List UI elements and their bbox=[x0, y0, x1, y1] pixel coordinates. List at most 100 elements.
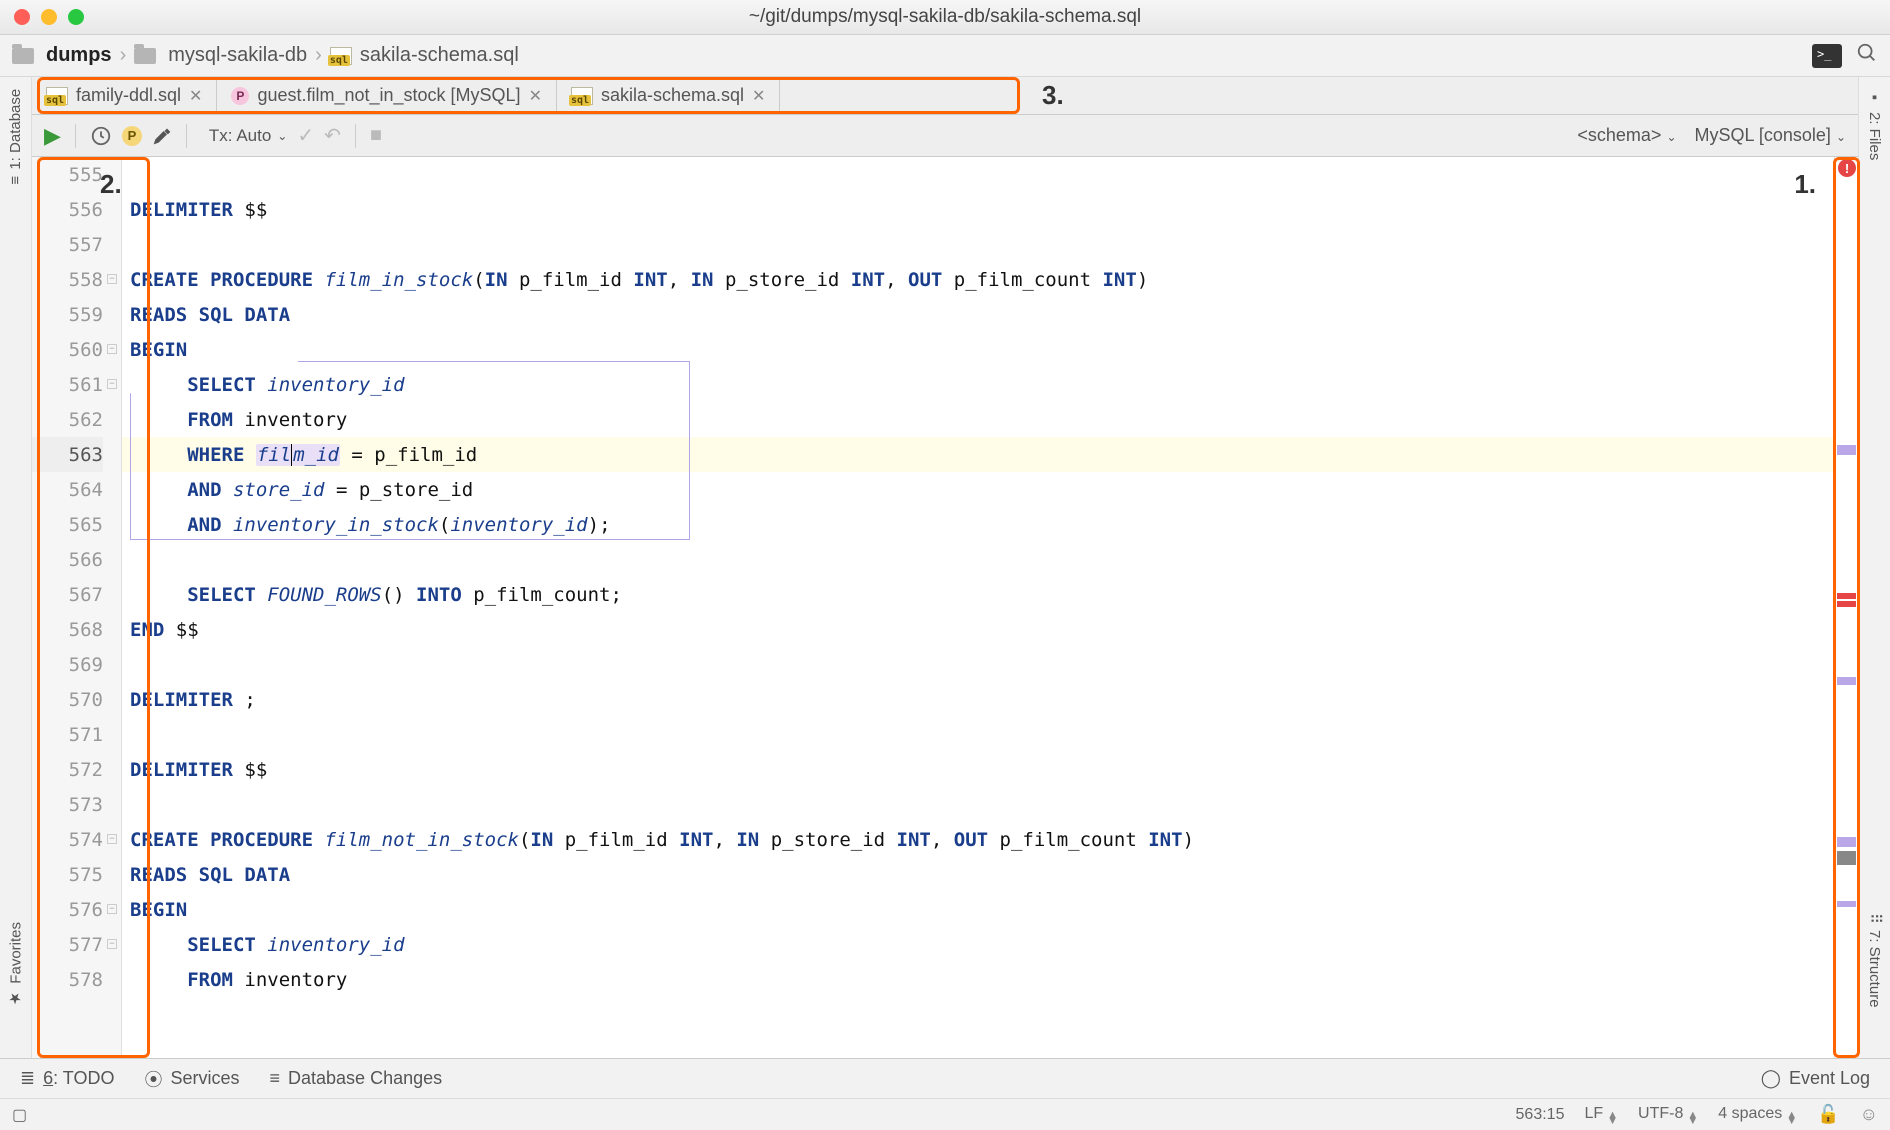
code-line[interactable] bbox=[122, 227, 1834, 262]
gutter-line-number[interactable]: 557 bbox=[32, 227, 103, 262]
breadcrumb-item[interactable]: mysql-sakila-db bbox=[168, 44, 307, 67]
stripe-mark[interactable] bbox=[1837, 851, 1856, 865]
close-icon[interactable]: ✕ bbox=[189, 86, 202, 106]
run-button[interactable]: ▶ bbox=[44, 123, 61, 149]
gutter-line-number[interactable]: 566 bbox=[32, 542, 103, 577]
code-line[interactable]: CREATE PROCEDURE film_not_in_stock(IN p_… bbox=[122, 822, 1834, 857]
dialect-selector[interactable]: MySQL [console] ⌄ bbox=[1695, 125, 1846, 146]
code-line[interactable] bbox=[122, 542, 1834, 577]
stripe-mark[interactable] bbox=[1837, 677, 1856, 685]
code-line[interactable] bbox=[122, 647, 1834, 682]
fold-toggle-icon[interactable]: − bbox=[107, 834, 117, 844]
fold-toggle-icon[interactable]: − bbox=[107, 344, 117, 354]
gutter-line-number[interactable]: 573 bbox=[32, 787, 103, 822]
gutter[interactable]: 5555565575585595605615625635645655665675… bbox=[32, 157, 122, 1058]
gutter-line-number[interactable]: 563 bbox=[32, 437, 103, 472]
procedure-badge-icon[interactable]: P bbox=[122, 126, 142, 146]
terminal-icon[interactable] bbox=[1812, 44, 1842, 68]
code-line[interactable]: SELECT FOUND_ROWS() INTO p_film_count; bbox=[122, 577, 1834, 612]
code-line[interactable]: SELECT inventory_id bbox=[122, 927, 1834, 962]
gutter-line-number[interactable]: 565 bbox=[32, 507, 103, 542]
gutter-line-number[interactable]: 561 bbox=[32, 367, 103, 402]
stripe-mark[interactable] bbox=[1837, 445, 1856, 455]
minimize-window-icon[interactable] bbox=[41, 9, 57, 25]
gutter-line-number[interactable]: 556 bbox=[32, 192, 103, 227]
code-line[interactable] bbox=[122, 717, 1834, 752]
gutter-line-number[interactable]: 571 bbox=[32, 717, 103, 752]
search-icon[interactable] bbox=[1856, 42, 1878, 69]
code-line[interactable]: AND store_id = p_store_id bbox=[122, 472, 1834, 507]
code-line[interactable]: FROM inventory bbox=[122, 962, 1834, 997]
tool-window-event-log[interactable]: ◯ Event Log bbox=[1761, 1068, 1870, 1089]
gutter-line-number[interactable]: 575 bbox=[32, 857, 103, 892]
stripe-mark[interactable] bbox=[1837, 593, 1856, 599]
gutter-line-number[interactable]: 569 bbox=[32, 647, 103, 682]
gutter-line-number[interactable]: 558 bbox=[32, 262, 103, 297]
tx-mode-selector[interactable]: Tx: Auto ⌄ bbox=[209, 126, 287, 146]
schema-selector[interactable]: <schema> ⌄ bbox=[1577, 125, 1676, 146]
code-line[interactable]: DELIMITER $$ bbox=[122, 192, 1834, 227]
gutter-line-number[interactable]: 574 bbox=[32, 822, 103, 857]
code-line[interactable]: AND inventory_in_stock(inventory_id); bbox=[122, 507, 1834, 542]
editor-tab[interactable]: P guest.film_not_in_stock [MySQL] ✕ bbox=[217, 77, 557, 114]
gutter-line-number[interactable]: 562 bbox=[32, 402, 103, 437]
close-icon[interactable]: ✕ bbox=[752, 86, 765, 106]
editor-tab[interactable]: sakila-schema.sql ✕ bbox=[557, 77, 780, 114]
history-icon[interactable] bbox=[90, 125, 112, 147]
code-line[interactable]: READS SQL DATA bbox=[122, 297, 1834, 332]
fold-toggle-icon[interactable]: − bbox=[107, 939, 117, 949]
code-line[interactable]: DELIMITER ; bbox=[122, 682, 1834, 717]
editor-tab[interactable]: family-ddl.sql ✕ bbox=[32, 77, 217, 114]
stripe-mark[interactable] bbox=[1837, 601, 1856, 607]
code-line[interactable]: WHERE film_id = p_film_id bbox=[122, 437, 1834, 472]
rollback-icon[interactable]: ↶ bbox=[324, 123, 341, 148]
error-indicator-icon[interactable]: ! bbox=[1838, 159, 1856, 177]
close-window-icon[interactable] bbox=[14, 9, 30, 25]
fold-toggle-icon[interactable]: − bbox=[107, 904, 117, 914]
gutter-line-number[interactable]: 572 bbox=[32, 752, 103, 787]
inspector-icon[interactable]: ☺ bbox=[1860, 1104, 1878, 1125]
indent-selector[interactable]: 4 spaces▲▼ bbox=[1718, 1105, 1797, 1124]
code-line[interactable]: READS SQL DATA bbox=[122, 857, 1834, 892]
code-line[interactable] bbox=[122, 157, 1834, 192]
close-icon[interactable]: ✕ bbox=[529, 86, 542, 106]
gutter-line-number[interactable]: 568 bbox=[32, 612, 103, 647]
tool-window-todo[interactable]: ≣ 6: TODO bbox=[20, 1068, 114, 1089]
tool-window-favorites[interactable]: ★ Favorites bbox=[7, 922, 25, 1008]
line-ending-selector[interactable]: LF▲▼ bbox=[1584, 1105, 1618, 1124]
breadcrumb-item[interactable]: sakila-schema.sql bbox=[360, 44, 519, 67]
breadcrumb[interactable]: dumps › mysql-sakila-db › sakila-schema.… bbox=[12, 44, 519, 67]
stripe-mark[interactable] bbox=[1837, 837, 1856, 847]
gutter-line-number[interactable]: 567 bbox=[32, 577, 103, 612]
lock-icon[interactable]: 🔓 bbox=[1817, 1104, 1839, 1125]
tool-window-files[interactable]: ▪ 2: Files bbox=[1866, 89, 1883, 160]
code-line[interactable]: END $$ bbox=[122, 612, 1834, 647]
editor[interactable]: 5555565575585595605615625635645655665675… bbox=[32, 157, 1858, 1058]
code-line[interactable]: BEGIN bbox=[122, 892, 1834, 927]
gutter-line-number[interactable]: 555 bbox=[32, 157, 103, 192]
code-area[interactable]: DELIMITER $$ CREATE PROCEDURE film_in_st… bbox=[122, 157, 1834, 1058]
code-line[interactable] bbox=[122, 787, 1834, 822]
gutter-line-number[interactable]: 576 bbox=[32, 892, 103, 927]
error-stripe[interactable]: ! bbox=[1834, 157, 1858, 1058]
tool-window-db-changes[interactable]: ≡ Database Changes bbox=[270, 1068, 443, 1089]
code-line[interactable]: DELIMITER $$ bbox=[122, 752, 1834, 787]
tool-windows-icon[interactable]: ▢ bbox=[12, 1105, 27, 1125]
code-line[interactable]: CREATE PROCEDURE film_in_stock(IN p_film… bbox=[122, 262, 1834, 297]
tool-window-structure[interactable]: ⠿ 7: Structure bbox=[1866, 913, 1884, 1008]
settings-icon[interactable] bbox=[152, 126, 172, 146]
code-line[interactable]: FROM inventory bbox=[122, 402, 1834, 437]
tool-window-services[interactable]: ⦿ Services bbox=[144, 1066, 239, 1092]
gutter-line-number[interactable]: 560 bbox=[32, 332, 103, 367]
gutter-line-number[interactable]: 578 bbox=[32, 962, 103, 997]
caret-position[interactable]: 563:15 bbox=[1516, 1106, 1565, 1124]
zoom-window-icon[interactable] bbox=[68, 9, 84, 25]
tool-window-database[interactable]: ≡ 1: Database bbox=[7, 89, 24, 185]
code-line[interactable]: BEGIN bbox=[122, 332, 1834, 367]
breadcrumb-item[interactable]: dumps bbox=[46, 44, 112, 67]
encoding-selector[interactable]: UTF-8▲▼ bbox=[1638, 1105, 1698, 1124]
code-line[interactable]: SELECT inventory_id bbox=[122, 367, 1834, 402]
commit-icon[interactable]: ✓ bbox=[297, 123, 314, 148]
fold-toggle-icon[interactable]: − bbox=[107, 379, 117, 389]
gutter-line-number[interactable]: 564 bbox=[32, 472, 103, 507]
